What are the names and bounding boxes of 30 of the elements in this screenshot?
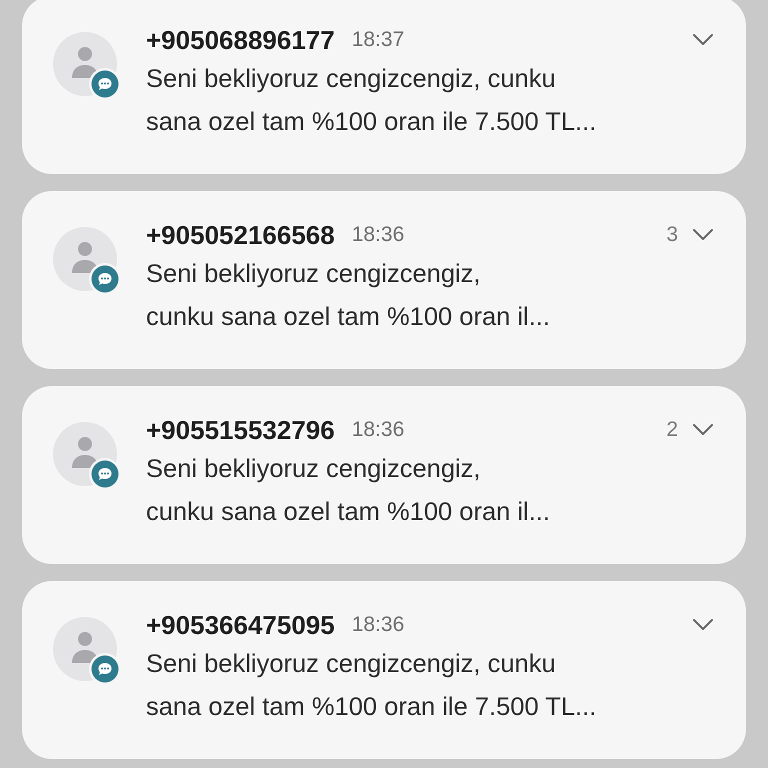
sender-number: +905366475095: [146, 610, 335, 640]
message-time: 18:36: [352, 418, 404, 442]
message-badge-icon: [89, 263, 121, 295]
message-preview: Seni bekliyoruz cengizcengiz,: [146, 454, 482, 485]
sender-number: +905515532796: [146, 414, 335, 446]
sender-number: +905068896177: [146, 24, 335, 56]
message-preview: cunku sana ozel tam %100 oran il...: [146, 497, 551, 528]
message-count: 2: [666, 418, 678, 442]
chevron-down-icon[interactable]: [692, 33, 714, 47]
message-time: 18:37: [352, 28, 404, 52]
message-preview: cunku sana ozel tam %100 oran il...: [146, 302, 551, 333]
chevron-down-icon[interactable]: [692, 618, 714, 632]
notification-card[interactable]: +905366475095 18:36 Seni bekliyoruz cengizcengiz, cunku sana ozel tam %100 oran ile 7.500 TL...: [22, 581, 746, 759]
chevron-down-icon[interactable]: [692, 423, 714, 437]
message-preview: sana ozel tam %100 oran ile 7.500 TL...: [146, 692, 598, 723]
message-count: 3: [666, 223, 678, 247]
message-badge-icon: [89, 653, 121, 685]
message-preview: Seni bekliyoruz cengizcengiz, cunku: [146, 64, 557, 95]
chevron-down-icon[interactable]: [692, 228, 714, 242]
message-time: 18:36: [352, 223, 404, 247]
message-badge-icon: [89, 68, 121, 100]
notification-card[interactable]: +905515532796 18:36 2 Seni bekliyoruz cengizcengiz, cunku sana ozel tam %100 oran il...: [22, 386, 746, 564]
notification-card[interactable]: +905052166568 18:36 3 Seni bekliyoruz cengizcengiz, cunku sana ozel tam %100 oran il...: [22, 191, 746, 369]
message-badge-icon: [89, 458, 121, 490]
notification-card[interactable]: +905068896177 18:37 Seni bekliyoruz cengizcengiz, cunku sana ozel tam %100 oran ile 7.500 TL...: [22, 0, 746, 174]
sender-number: +905052166568: [146, 220, 335, 250]
message-preview: sana ozel tam %100 oran ile 7.500 TL...: [146, 107, 598, 138]
message-preview: Seni bekliyoruz cengizcengiz,: [146, 259, 482, 290]
message-preview: Seni bekliyoruz cengizcengiz, cunku: [146, 649, 557, 680]
message-time: 18:36: [352, 613, 404, 637]
